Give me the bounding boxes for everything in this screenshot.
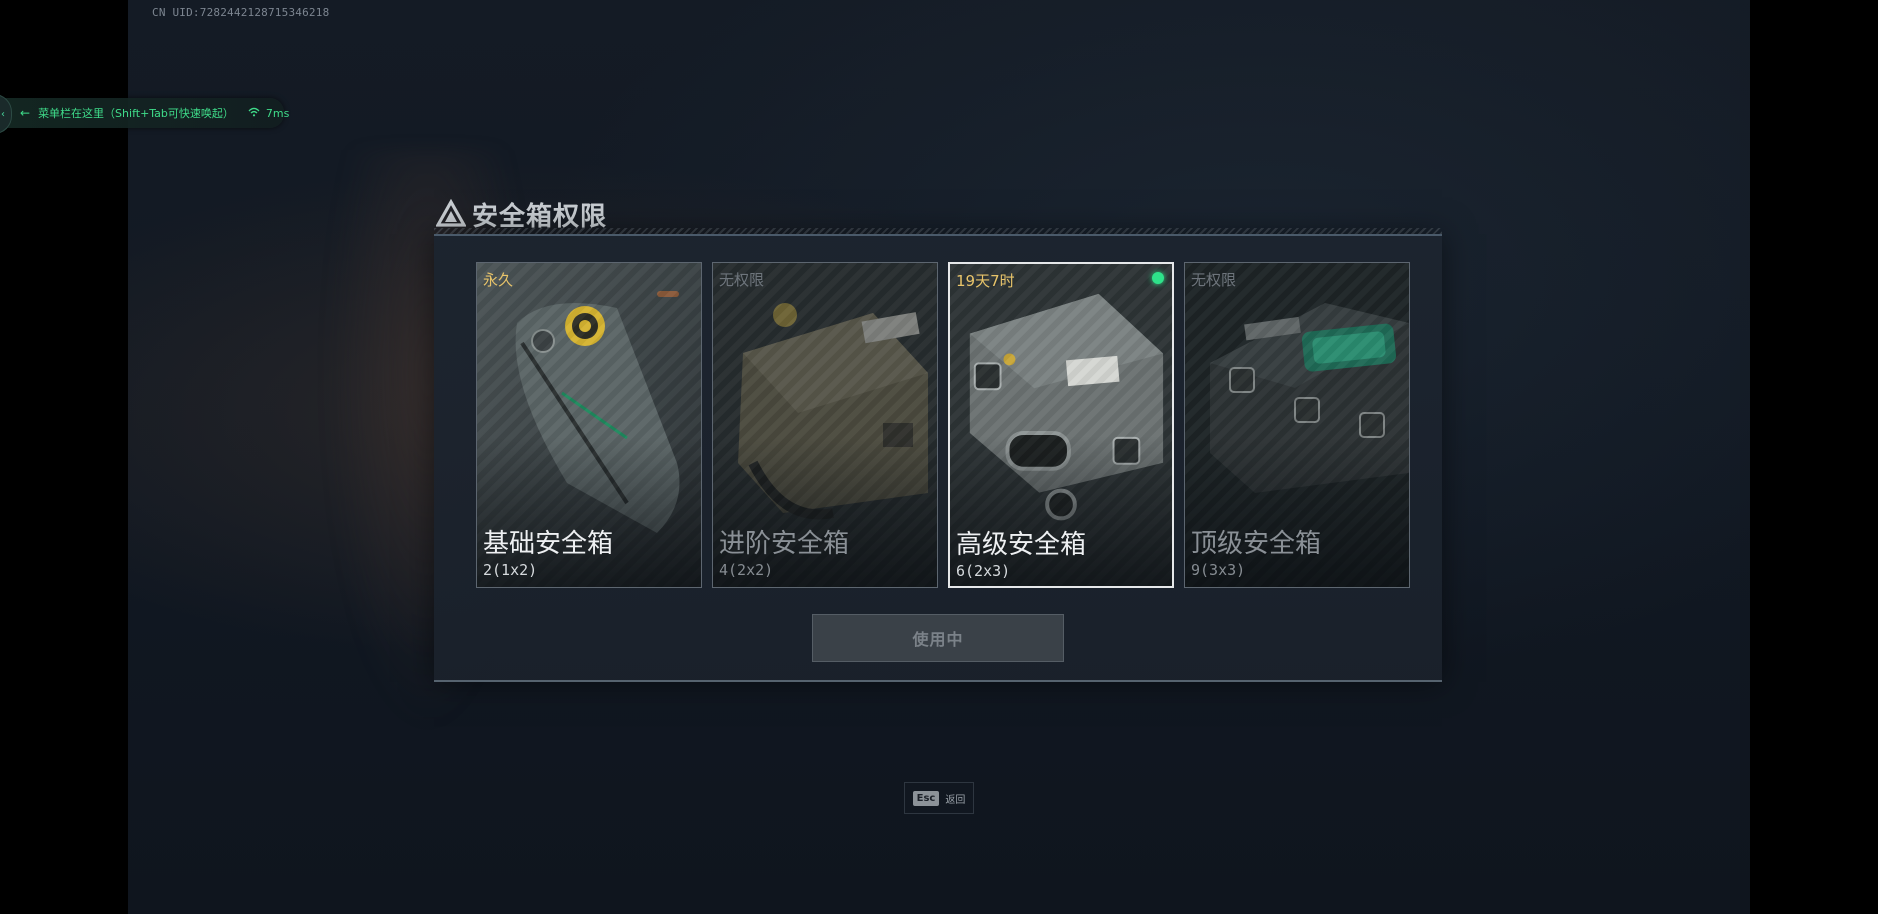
menu-hint-bar[interactable]: ‹ ← 菜单栏在这里（Shift+Tab可快速唤起） 7ms: [0, 94, 289, 134]
card-status: 19天7时: [956, 272, 1015, 290]
card-status: 无权限: [719, 271, 765, 289]
back-label: 返回: [945, 794, 966, 806]
page-title: 安全箱权限: [472, 201, 608, 232]
card-capacity: 9(3x3): [1191, 561, 1246, 579]
ping-value: 7ms: [265, 106, 290, 120]
card-name: 顶级安全箱: [1191, 529, 1322, 559]
expand-handle-icon[interactable]: ‹: [0, 94, 12, 134]
card-status: 永久: [483, 271, 514, 289]
safe-box-card-list: 永久 基础安全箱 2(1x2) 无权限 进阶安全箱 4(2x2) 19天7时 高…: [476, 262, 1412, 588]
wifi-icon: [248, 107, 260, 120]
safe-box-panel: 永久 基础安全箱 2(1x2) 无权限 进阶安全箱 4(2x2) 19天7时 高…: [434, 234, 1442, 682]
esc-key-icon: Esc: [912, 790, 940, 806]
safe-box-card-advanced[interactable]: 无权限 进阶安全箱 4(2x2): [712, 262, 938, 588]
in-use-indicator: [1152, 272, 1164, 284]
card-name: 高级安全箱: [956, 530, 1087, 560]
card-name: 基础安全箱: [483, 529, 614, 559]
card-capacity: 2(1x2): [483, 561, 538, 579]
safe-box-card-premium[interactable]: 19天7时 高级安全箱 6(2x3): [948, 262, 1174, 588]
menu-hint-text: 菜单栏在这里（Shift+Tab可快速唤起）: [38, 107, 234, 120]
card-status: 无权限: [1191, 271, 1237, 289]
card-name: 进阶安全箱: [719, 529, 850, 559]
game-screen: CN UID:7282442128715346218 ‹ ← 菜单栏在这里（Sh…: [0, 0, 1878, 914]
player-uid: CN UID:7282442128715346218: [152, 6, 330, 19]
warning-triangle-icon: [436, 199, 466, 227]
card-capacity: 4(2x2): [719, 561, 774, 579]
safe-box-card-basic[interactable]: 永久 基础安全箱 2(1x2): [476, 262, 702, 588]
safe-box-card-top[interactable]: 无权限 顶级安全箱 9(3x3): [1184, 262, 1410, 588]
arrow-left-icon: ←: [20, 106, 31, 120]
back-button[interactable]: Esc 返回: [904, 782, 974, 814]
card-capacity: 6(2x3): [956, 562, 1011, 580]
in-use-button[interactable]: 使用中: [812, 614, 1064, 662]
